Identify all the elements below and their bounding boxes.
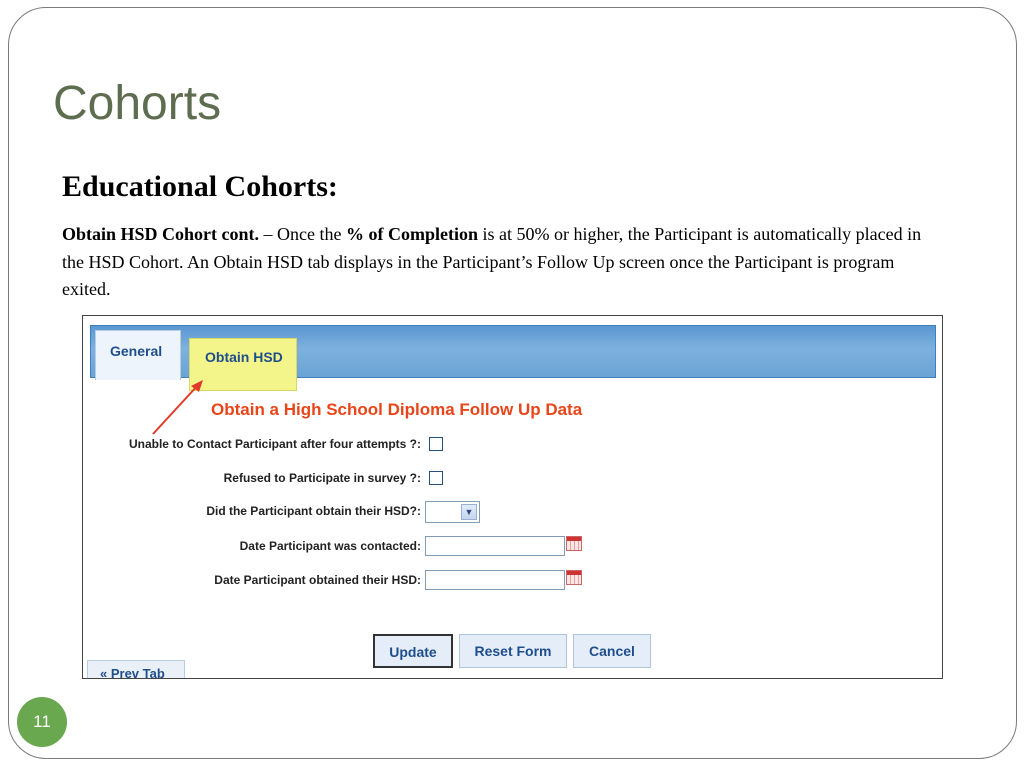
field-label: Date Participant obtained their HSD:: [214, 573, 421, 587]
body-lead: Obtain HSD Cohort cont.: [62, 224, 260, 244]
date-obtained-input[interactable]: [425, 570, 565, 590]
calendar-icon[interactable]: [566, 570, 582, 585]
calendar-icon[interactable]: [566, 536, 582, 551]
select-arrow-icon[interactable]: ▼: [461, 504, 477, 520]
annotation-arrow-icon: [152, 380, 203, 435]
screenshot-panel: General Obtain HSD Obtain a High School …: [82, 315, 943, 679]
reset-form-button[interactable]: Reset Form: [459, 634, 567, 668]
refused-checkbox[interactable]: [429, 471, 443, 485]
page-number-badge: 11: [17, 697, 67, 747]
body-separator: – Once the: [259, 224, 346, 244]
field-refused: Refused to Participate in survey ?:: [83, 468, 643, 490]
tab-general[interactable]: General: [95, 330, 181, 380]
body-paragraph: Obtain HSD Cohort cont. – Once the % of …: [62, 221, 942, 304]
field-unable-contact: Unable to Contact Participant after four…: [83, 434, 643, 456]
field-label: Did the Participant obtain their HSD?:: [206, 504, 421, 518]
field-obtained-hsd: Did the Participant obtain their HSD?: ▼: [83, 501, 643, 523]
field-label: Date Participant was contacted:: [239, 539, 421, 553]
section-heading: Educational Cohorts:: [62, 170, 338, 203]
field-label: Unable to Contact Participant after four…: [128, 437, 421, 451]
tab-bar: General Obtain HSD: [90, 325, 936, 391]
slide-title: Cohorts: [53, 77, 222, 130]
field-date-contacted: Date Participant was contacted:: [83, 536, 643, 558]
field-date-obtained: Date Participant obtained their HSD:: [83, 570, 643, 592]
update-button[interactable]: Update: [373, 634, 453, 668]
unable-contact-checkbox[interactable]: [429, 437, 443, 451]
obtained-hsd-select[interactable]: ▼: [425, 501, 480, 523]
form-title: Obtain a High School Diploma Follow Up D…: [211, 400, 583, 419]
body-emphasis: % of Completion: [345, 224, 478, 244]
date-contacted-input[interactable]: [425, 536, 565, 556]
prev-tab-link[interactable]: « Prev Tab: [87, 660, 185, 678]
cancel-button[interactable]: Cancel: [573, 634, 651, 668]
field-label: Refused to Participate in survey ?:: [223, 471, 421, 485]
